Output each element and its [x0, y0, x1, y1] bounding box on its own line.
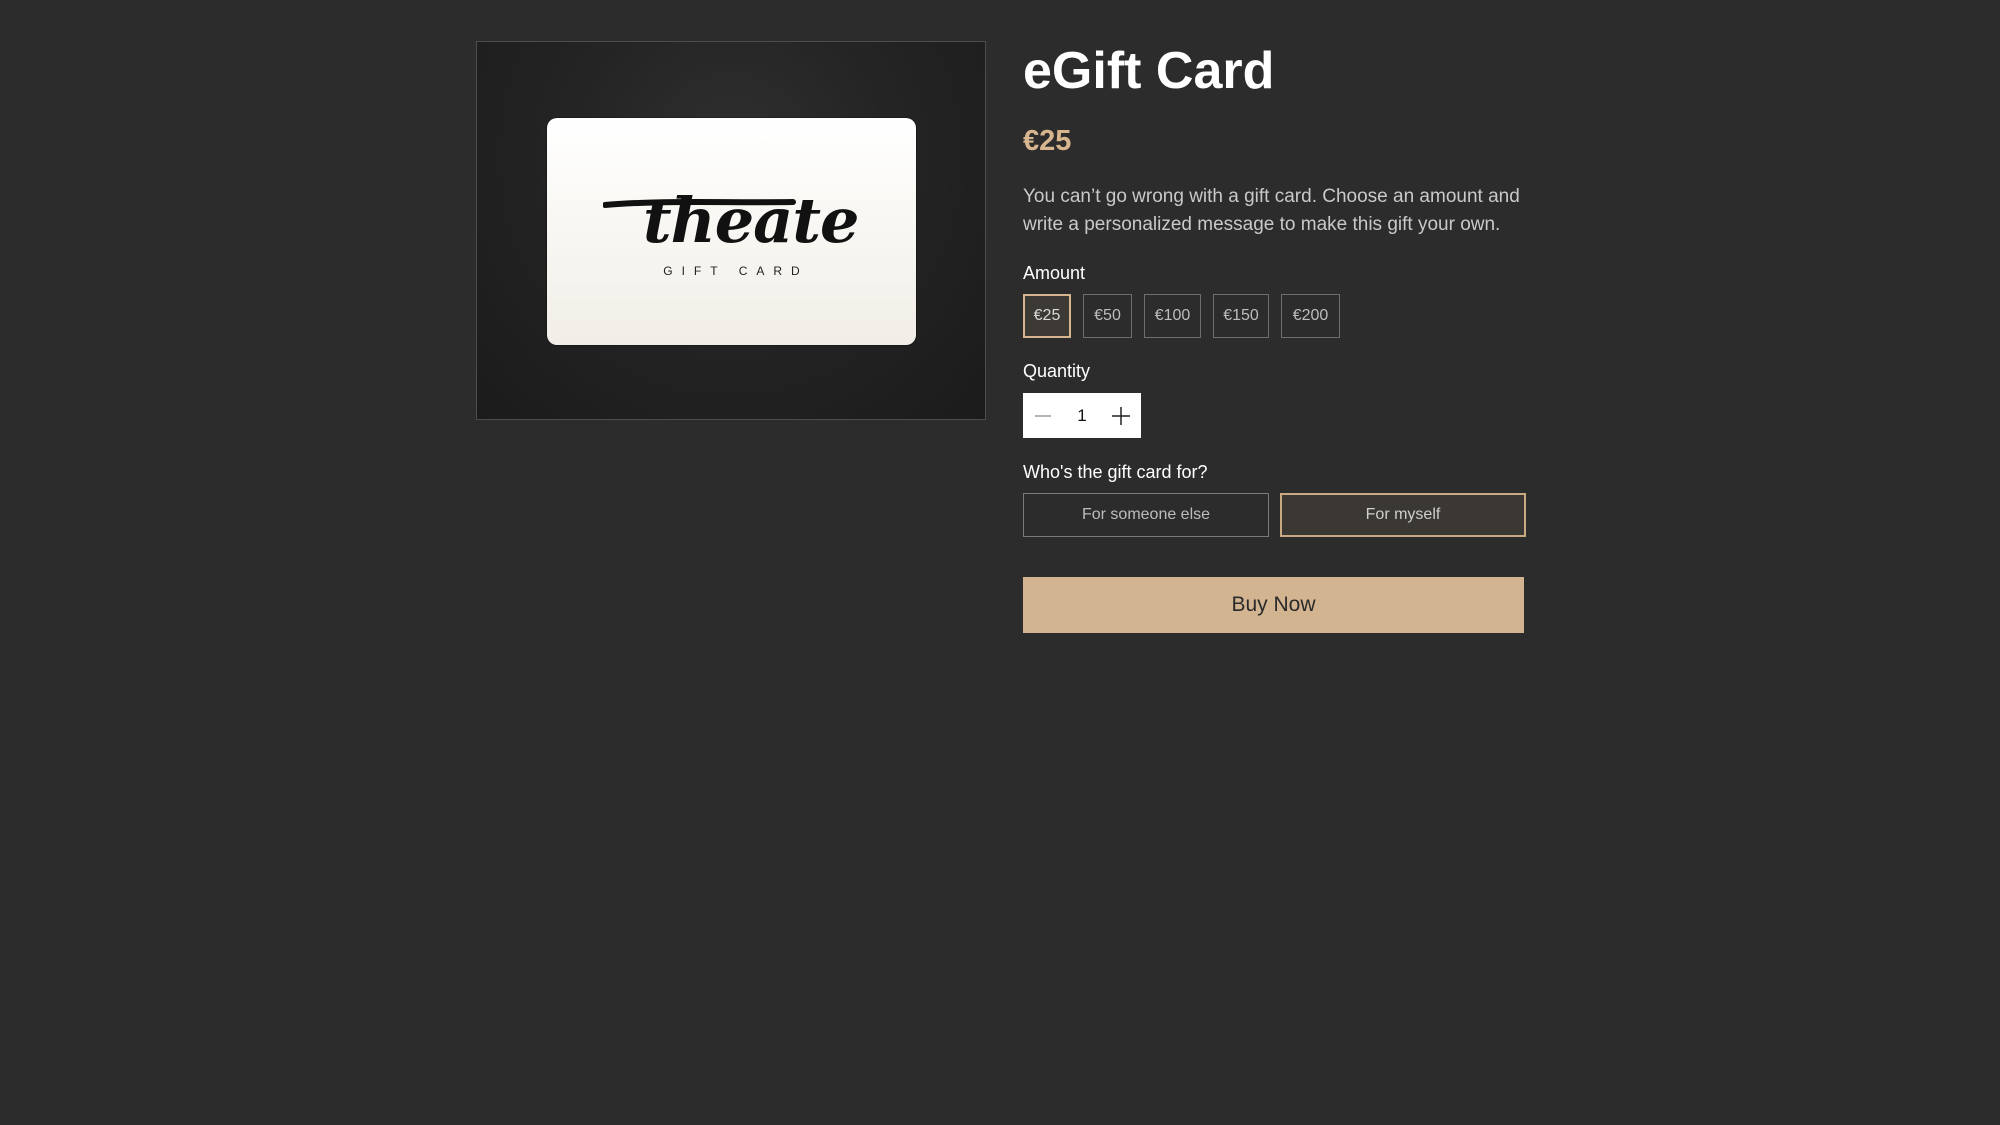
- increment-button[interactable]: [1101, 393, 1141, 438]
- product-image-panel: theater GIFT CARD: [476, 41, 986, 420]
- minus-icon: [1035, 414, 1051, 417]
- amount-option-150[interactable]: €150: [1213, 294, 1269, 338]
- amount-options: €25 €50 €100 €150 €200: [1023, 294, 1340, 338]
- recipient-options: For someone else For myself: [1023, 493, 1526, 537]
- quantity-value[interactable]: 1: [1063, 406, 1101, 426]
- gift-card-image: theater GIFT CARD: [547, 118, 916, 345]
- product-description: You can’t go wrong with a gift card. Cho…: [1023, 186, 1520, 235]
- recipient-label: Who's the gift card for?: [1023, 462, 1208, 482]
- plus-icon: [1112, 406, 1130, 425]
- theater-logo: theater: [603, 184, 859, 254]
- amount-option-100[interactable]: €100: [1144, 294, 1201, 338]
- for-myself-button[interactable]: For myself: [1280, 493, 1526, 537]
- amount-option-50[interactable]: €50: [1083, 294, 1132, 338]
- product-price: €25: [1023, 125, 1072, 157]
- decrement-button[interactable]: [1023, 393, 1063, 438]
- buy-now-button[interactable]: Buy Now: [1023, 577, 1524, 633]
- amount-option-25[interactable]: €25: [1023, 294, 1071, 338]
- logo-text: theater: [643, 184, 859, 254]
- card-subtitle: GIFT CARD: [663, 264, 809, 278]
- for-someone-else-button[interactable]: For someone else: [1023, 493, 1269, 537]
- amount-option-200[interactable]: €200: [1281, 294, 1340, 338]
- product-title: eGift Card: [1023, 42, 1275, 100]
- quantity-label: Quantity: [1023, 361, 1091, 381]
- amount-label: Amount: [1023, 263, 1086, 283]
- product-page: theater GIFT CARD eGift Card €25 You can…: [0, 0, 2000, 1125]
- quantity-stepper: 1: [1023, 393, 1141, 438]
